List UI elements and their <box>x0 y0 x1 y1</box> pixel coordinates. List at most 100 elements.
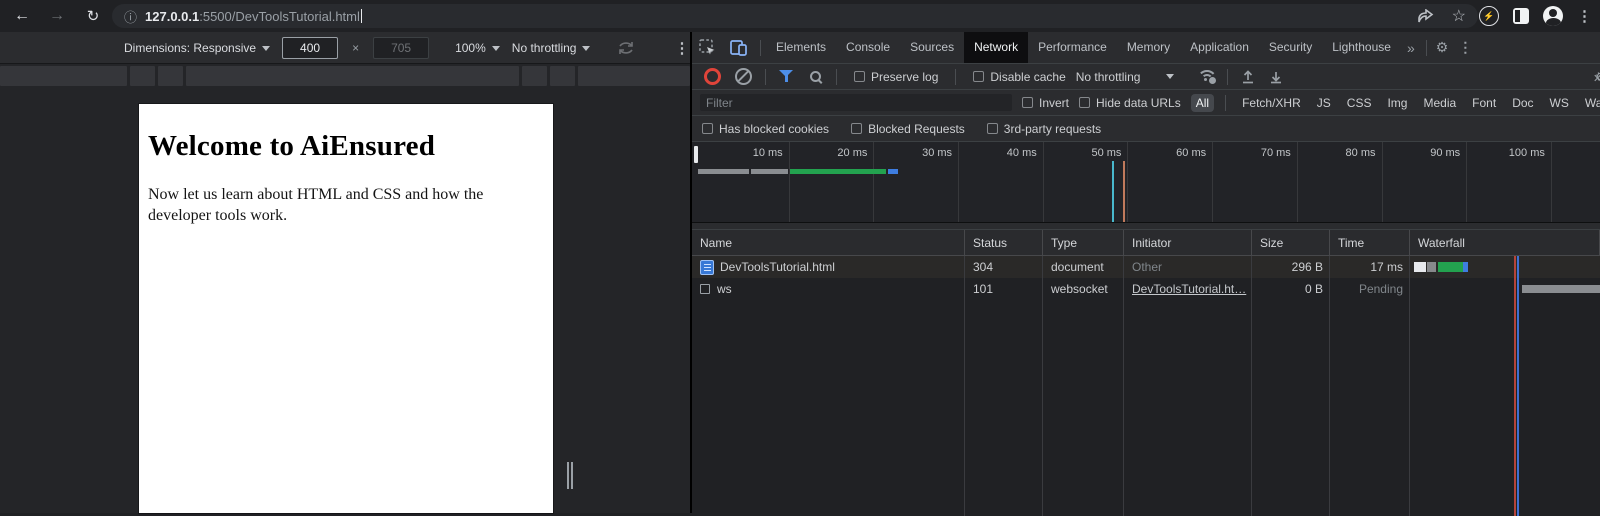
column-time[interactable]: Time <box>1330 230 1410 255</box>
inspect-element-icon[interactable] <box>699 39 716 56</box>
network-options-bar: Has blocked cookies Blocked Requests 3rd… <box>692 116 1600 142</box>
browser-menu-icon[interactable]: ⋮ <box>1577 7 1592 25</box>
checkbox-icon <box>702 123 713 134</box>
record-network-log-icon[interactable] <box>704 68 721 85</box>
column-initiator[interactable]: Initiator <box>1124 230 1252 255</box>
side-panel-icon[interactable] <box>1513 8 1529 24</box>
import-har-icon[interactable] <box>1241 69 1255 84</box>
export-har-icon[interactable] <box>1269 70 1283 84</box>
blocked-requests-checkbox[interactable]: Blocked Requests <box>851 122 965 136</box>
tab-lighthouse[interactable]: Lighthouse <box>1322 32 1401 63</box>
share-icon[interactable] <box>1417 8 1434 24</box>
initiator-link[interactable]: DevToolsTutorial.ht… <box>1132 282 1246 296</box>
page-heading: Welcome to AiEnsured <box>148 130 436 162</box>
filter-type-css[interactable]: CSS <box>1342 94 1377 112</box>
emulated-page: Welcome to AiEnsured Now let us learn ab… <box>139 104 553 513</box>
timeline-tick: 20 ms <box>790 142 875 222</box>
dimensions-select[interactable]: Dimensions: Responsive <box>124 41 271 55</box>
column-waterfall[interactable]: Waterfall <box>1410 230 1600 255</box>
network-settings-gear-icon[interactable]: ⚙ <box>1595 69 1600 85</box>
filter-type-font[interactable]: Font <box>1467 94 1501 112</box>
network-filter-bar: Invert Hide data URLs All Fetch/XHR JS C… <box>692 90 1600 116</box>
tab-application[interactable]: Application <box>1180 32 1259 63</box>
network-throttling-select[interactable]: No throttling <box>1076 70 1175 84</box>
filter-type-all[interactable]: All <box>1190 93 1215 112</box>
forward-icon[interactable]: → <box>45 7 69 25</box>
overview-waiting-bar <box>751 169 788 174</box>
column-type[interactable]: Type <box>1043 230 1124 255</box>
overview-waiting-bar <box>698 169 749 174</box>
filter-type-img[interactable]: Img <box>1382 94 1412 112</box>
has-blocked-cookies-checkbox[interactable]: Has blocked cookies <box>702 122 829 136</box>
filter-type-doc[interactable]: Doc <box>1507 94 1538 112</box>
network-overview-timeline[interactable]: 10 ms 20 ms 30 ms 40 ms 50 ms 60 ms 70 m… <box>692 142 1600 223</box>
tab-sources[interactable]: Sources <box>900 32 964 63</box>
table-row[interactable]: ws 101 websocket DevToolsTutorial.ht… 0 … <box>692 278 1600 300</box>
address-bar[interactable]: ⓘ 127.0.0.1:5500/DevToolsTutorial.html ☆ <box>112 4 1478 28</box>
devtools-menu-icon[interactable]: ⋮ <box>1458 39 1472 56</box>
checkbox-icon <box>1022 97 1033 108</box>
extension-icon[interactable]: ⚡ <box>1479 6 1499 26</box>
site-info-icon[interactable]: ⓘ <box>124 7 137 26</box>
url-path: :5500/DevToolsTutorial.html <box>199 8 360 24</box>
text-caret <box>360 9 362 23</box>
filter-type-js[interactable]: JS <box>1312 94 1336 112</box>
third-party-requests-checkbox[interactable]: 3rd-party requests <box>986 122 1101 136</box>
toggle-device-toolbar-icon[interactable] <box>730 39 748 56</box>
timeline-tick: 70 ms <box>1213 142 1298 222</box>
bookmark-star-icon[interactable]: ☆ <box>1452 6 1466 26</box>
clear-network-log-icon[interactable] <box>735 68 752 85</box>
timeline-tick: 90 ms <box>1383 142 1468 222</box>
tab-console[interactable]: Console <box>836 32 900 63</box>
media-query-segment[interactable] <box>186 66 519 86</box>
filter-icon[interactable] <box>779 70 793 83</box>
media-query-segment[interactable] <box>522 66 547 86</box>
divider <box>836 68 837 85</box>
tab-network[interactable]: Network <box>964 32 1029 63</box>
filter-type-fetch-xhr[interactable]: Fetch/XHR <box>1237 94 1306 112</box>
hide-data-urls-checkbox[interactable]: Hide data URLs <box>1079 96 1181 110</box>
media-query-segment[interactable] <box>0 66 127 86</box>
back-icon[interactable]: ← <box>10 7 34 25</box>
media-query-segment[interactable] <box>158 66 183 86</box>
invert-checkbox[interactable]: Invert <box>1022 96 1069 110</box>
preserve-log-checkbox[interactable]: Preserve log <box>854 70 938 84</box>
url-host: 127.0.0.1 <box>145 8 200 24</box>
media-query-segment[interactable] <box>550 66 575 86</box>
filter-type-media[interactable]: Media <box>1418 94 1461 112</box>
column-status[interactable]: Status <box>965 230 1043 255</box>
search-icon[interactable] <box>809 70 823 84</box>
tab-performance[interactable]: Performance <box>1028 32 1117 63</box>
timeline-tick: 80 ms <box>1298 142 1383 222</box>
viewport-height-input[interactable] <box>373 36 430 59</box>
tab-security[interactable]: Security <box>1259 32 1322 63</box>
device-toolbar-menu-icon[interactable]: ⋮ <box>674 39 689 57</box>
media-query-segment[interactable] <box>130 66 155 86</box>
waterfall-queue-segment <box>1414 262 1426 272</box>
filter-type-ws[interactable]: WS <box>1545 94 1574 112</box>
overview-divider <box>692 223 1600 230</box>
reload-icon[interactable]: ↻ <box>81 7 105 25</box>
rotate-viewport-icon[interactable] <box>616 39 636 57</box>
viewport-resize-handle[interactable] <box>567 462 575 489</box>
filter-input[interactable] <box>700 94 1012 111</box>
viewport-width-input[interactable] <box>282 36 339 59</box>
device-throttling-select[interactable]: No throttling <box>512 41 591 55</box>
chevron-down-icon <box>491 45 500 51</box>
tab-memory[interactable]: Memory <box>1117 32 1180 63</box>
column-name[interactable]: Name <box>692 230 965 255</box>
devtools-settings-icon[interactable]: ⚙ <box>1436 39 1449 56</box>
more-tabs-icon[interactable]: » <box>1401 40 1421 56</box>
network-conditions-icon[interactable] <box>1196 69 1218 84</box>
zoom-select[interactable]: 100% <box>455 41 500 55</box>
column-size[interactable]: Size <box>1252 230 1330 255</box>
disable-cache-checkbox[interactable]: Disable cache <box>973 70 1066 84</box>
request-type-filters: All Fetch/XHR JS CSS Img Media Font Doc … <box>1190 93 1600 112</box>
filter-type-wasm[interactable]: Wasm <box>1580 94 1600 112</box>
load-marker-line <box>1123 161 1125 222</box>
profile-avatar[interactable] <box>1543 6 1563 26</box>
tab-elements[interactable]: Elements <box>766 32 836 63</box>
table-row[interactable]: DevToolsTutorial.html 304 document Other… <box>692 256 1600 278</box>
timeline-tick: 50 ms <box>1044 142 1129 222</box>
media-query-segment[interactable] <box>578 66 690 86</box>
